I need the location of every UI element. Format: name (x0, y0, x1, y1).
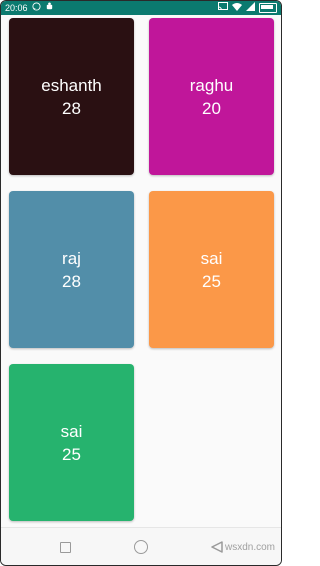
person-age: 28 (62, 98, 81, 118)
status-right (218, 1, 277, 15)
wifi-icon (232, 1, 242, 15)
navigation-bar: wsxdn.com (1, 527, 281, 565)
person-name: raj (62, 248, 81, 268)
phone-screen: 20:06 eshanth 28 raghu 20 raj 28 sai 25 … (0, 0, 282, 566)
back-triangle-icon[interactable] (211, 540, 223, 558)
status-left: 20:06 (5, 1, 54, 15)
battery-icon (259, 3, 277, 13)
android-debug-icon (45, 1, 54, 15)
person-card[interactable]: raghu 20 (149, 18, 274, 175)
recents-square-icon[interactable] (60, 542, 71, 553)
whatsapp-icon (31, 1, 41, 15)
person-name: eshanth (41, 75, 102, 95)
person-age: 28 (62, 271, 81, 291)
watermark: wsxdn.com (224, 542, 275, 553)
person-age: 25 (62, 444, 81, 464)
person-name: sai (200, 248, 223, 268)
person-card[interactable]: sai 25 (9, 364, 134, 521)
person-age: 25 (202, 271, 221, 291)
person-name: raghu (189, 75, 234, 95)
signal-icon (246, 1, 255, 15)
home-circle-icon[interactable] (134, 540, 148, 554)
person-card[interactable]: sai 25 (149, 191, 274, 348)
status-time: 20:06 (5, 3, 28, 13)
person-age: 20 (202, 98, 221, 118)
status-bar: 20:06 (1, 1, 281, 15)
person-card[interactable]: raj 28 (9, 191, 134, 348)
person-card[interactable]: eshanth 28 (9, 18, 134, 175)
person-name: sai (60, 421, 83, 441)
cast-icon (218, 1, 228, 15)
card-grid: eshanth 28 raghu 20 raj 28 sai 25 sai 25 (1, 15, 281, 527)
